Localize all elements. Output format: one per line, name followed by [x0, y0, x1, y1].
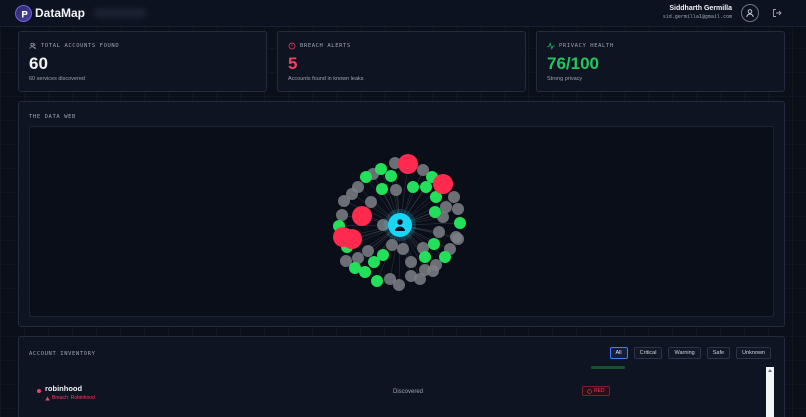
filter-bar: All Critical Warning Safe Unknown [609, 347, 771, 359]
account-node-unknown[interactable] [452, 233, 464, 245]
account-node-unknown[interactable] [433, 226, 445, 238]
account-node-safe[interactable] [360, 171, 372, 183]
filter-unknown[interactable]: Unknown [736, 347, 771, 359]
user-email: sid.germilla1@gmail.com [662, 14, 732, 20]
stat-value: 5 [288, 54, 298, 73]
status-bar [591, 366, 625, 369]
stat-label: PRIVACY HEALTH [559, 43, 614, 49]
account-node-unknown[interactable] [405, 256, 417, 268]
account-node-safe[interactable] [428, 238, 440, 250]
alert-circle-icon [587, 388, 592, 394]
stat-label: TOTAL ACCOUNTS FOUND [41, 43, 120, 49]
account-node-safe[interactable] [419, 251, 431, 263]
data-web-graph[interactable] [30, 127, 775, 318]
scroll-up-arrow[interactable] [768, 369, 772, 372]
account-node-safe[interactable] [385, 170, 397, 182]
account-node-safe[interactable] [420, 181, 432, 193]
account-node-critical[interactable] [398, 154, 418, 174]
data-web-panel: THE DATA WEB [18, 101, 785, 327]
account-node-safe[interactable] [375, 163, 387, 175]
account-node-unknown[interactable] [427, 265, 439, 277]
account-node-safe[interactable] [429, 206, 441, 218]
account-node-unknown[interactable] [384, 273, 396, 285]
stat-card-accounts: TOTAL ACCOUNTS FOUND 60 60 services disc… [18, 31, 267, 92]
account-node-critical[interactable] [433, 174, 453, 194]
filter-safe[interactable]: Safe [706, 347, 731, 359]
section-title: THE DATA WEB [29, 114, 76, 120]
account-node-unknown[interactable] [414, 273, 426, 285]
account-node-unknown[interactable] [448, 191, 460, 203]
stat-card-breaches: BREACH ALERTS 5 Accounts found in known … [277, 31, 526, 92]
account-node-unknown[interactable] [365, 196, 377, 208]
app-header: DataMap Siddharth Germilla sid.germilla1… [0, 0, 806, 27]
account-node-safe[interactable] [368, 256, 380, 268]
stat-label: BREACH ALERTS [300, 43, 351, 49]
user-icon [746, 9, 754, 18]
user-avatar-button[interactable] [741, 4, 759, 22]
account-node-critical[interactable] [352, 206, 372, 226]
filter-critical[interactable]: Critical [633, 347, 663, 359]
account-node-unknown[interactable] [336, 209, 348, 221]
stat-subtext: 60 services discovered [29, 75, 85, 82]
account-node-critical[interactable] [342, 229, 362, 249]
warning-icon [45, 396, 50, 400]
account-node-unknown[interactable] [440, 201, 452, 213]
account-status: Discovered [393, 389, 424, 395]
account-node-unknown[interactable] [390, 184, 402, 196]
logout-button[interactable] [771, 7, 783, 19]
list-item[interactable]: robinhood Breach: Robinhood Discovered R… [29, 379, 766, 413]
alert-circle-icon [288, 42, 296, 50]
account-node-unknown[interactable] [362, 245, 374, 257]
activity-icon [547, 42, 555, 50]
list-item[interactable] [29, 362, 766, 372]
stat-value: 76/100 [547, 54, 599, 73]
account-node-unknown[interactable] [386, 239, 398, 251]
account-inventory-panel: ACCOUNT INVENTORY All Critical Warning S… [18, 336, 785, 417]
app-title: DataMap [35, 6, 86, 20]
account-node-safe[interactable] [439, 251, 451, 263]
account-node-safe[interactable] [376, 183, 388, 195]
inventory-list[interactable]: robinhood Breach: Robinhood Discovered R… [29, 362, 776, 417]
account-node-unknown[interactable] [352, 181, 364, 193]
filter-all[interactable]: All [609, 347, 628, 359]
breach-text: Breach: Robinhood [52, 395, 95, 401]
stat-card-privacy: PRIVACY HEALTH 76/100 Strong privacy [536, 31, 785, 92]
account-name: robinhood [45, 384, 83, 393]
stat-value: 60 [29, 54, 48, 73]
user-name: Siddharth Germilla [669, 5, 732, 12]
stat-subtext: Strong privacy [547, 75, 583, 82]
risk-badge-label: RED [594, 388, 605, 394]
account-node-unknown[interactable] [452, 203, 464, 215]
status-dot [37, 389, 41, 393]
center-user-node[interactable] [388, 213, 412, 237]
account-node-safe[interactable] [454, 217, 466, 229]
logo-icon [15, 5, 32, 22]
logout-icon [773, 9, 782, 17]
stat-subtext: Accounts found in known leaks [288, 75, 364, 82]
account-node-unknown[interactable] [397, 243, 409, 255]
users-icon [29, 42, 36, 49]
account-node-safe[interactable] [407, 181, 419, 193]
account-node-safe[interactable] [371, 275, 383, 287]
data-web-canvas[interactable] [29, 126, 774, 317]
blurred-nav-text [94, 8, 146, 18]
breach-label: Breach: Robinhood [45, 395, 95, 401]
filter-warning[interactable]: Warning [668, 347, 701, 359]
risk-badge: RED [582, 386, 610, 396]
section-title: ACCOUNT INVENTORY [29, 351, 96, 357]
account-node-safe[interactable] [349, 262, 361, 274]
scrollbar[interactable] [766, 367, 774, 417]
